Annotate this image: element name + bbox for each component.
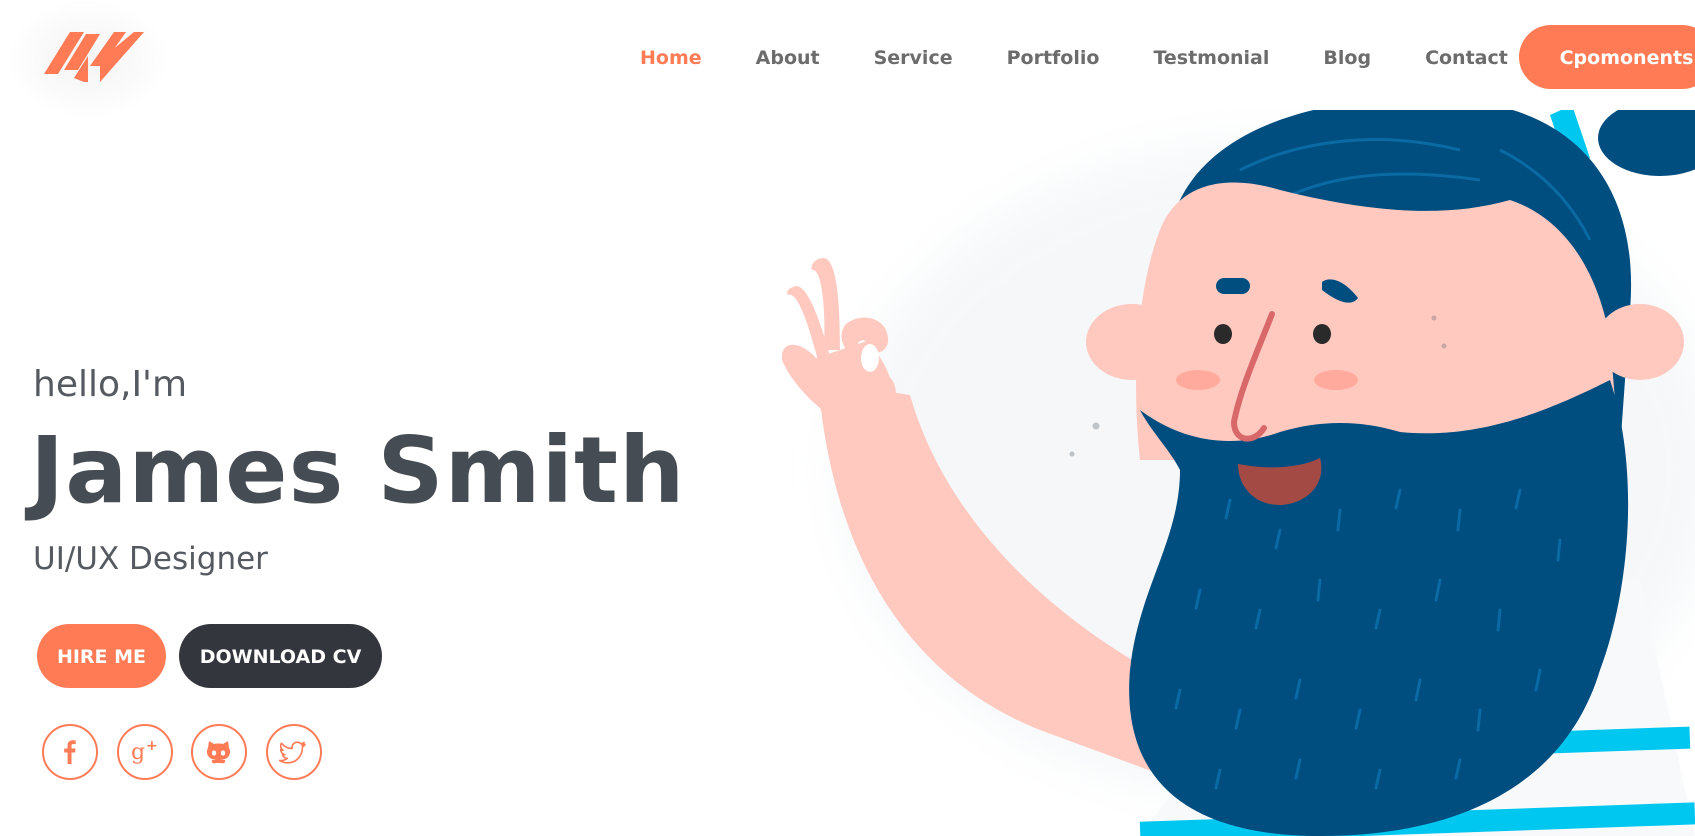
download-cv-button[interactable]: DOWNLOAD CV <box>179 624 382 688</box>
google-plus-icon: g + <box>131 738 158 765</box>
svg-text:+: + <box>146 738 158 754</box>
left-eye <box>1214 324 1232 344</box>
ok-hand <box>781 258 896 429</box>
right-eye <box>1313 324 1331 344</box>
nav-item-testimonial[interactable]: Testmonial <box>1153 47 1269 69</box>
hero-greeting: hello,I'm <box>33 364 188 405</box>
nav-item-about[interactable]: About <box>756 47 820 69</box>
twitter-icon <box>278 741 306 764</box>
hire-me-button[interactable]: HIRE ME <box>37 624 166 688</box>
facebook-link[interactable] <box>42 724 98 780</box>
nav-item-service[interactable]: Service <box>874 47 953 69</box>
facebook-icon <box>64 740 76 764</box>
github-icon <box>206 741 231 764</box>
nav-item-contact[interactable]: Contact <box>1425 47 1508 69</box>
svg-text:g: g <box>131 740 145 765</box>
portfolio-landing-page: Home About Service Portfolio Testmonial … <box>0 0 1695 836</box>
logo-mark-icon <box>44 32 144 82</box>
bearded-man-illustration <box>781 110 1695 836</box>
hero-role: UI/UX Designer <box>33 541 268 577</box>
github-link[interactable] <box>191 724 247 780</box>
brand-logo[interactable] <box>8 0 168 118</box>
nav-item-blog[interactable]: Blog <box>1323 47 1371 69</box>
google-plus-link[interactable]: g + <box>117 724 173 780</box>
nav-item-portfolio[interactable]: Portfolio <box>1007 47 1100 69</box>
components-button[interactable]: Cpomonents <box>1519 25 1695 89</box>
left-eyebrow <box>1216 278 1250 294</box>
left-cheek <box>1176 370 1220 390</box>
right-cheek <box>1314 370 1358 390</box>
nav-item-home[interactable]: Home <box>640 47 702 69</box>
main-navigation: Home About Service Portfolio Testmonial … <box>640 43 1562 73</box>
hero-name: James Smith <box>30 417 686 524</box>
twitter-link[interactable] <box>266 724 322 780</box>
